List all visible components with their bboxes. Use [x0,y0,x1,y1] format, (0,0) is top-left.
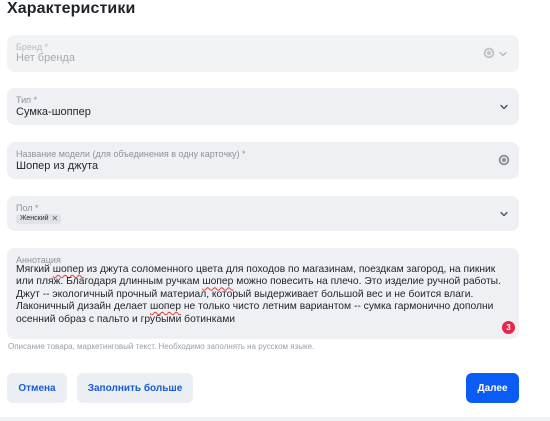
annotation-line: осенний образ с пальто и грубыми ботинка… [16,313,236,325]
divider [0,417,550,421]
brand-field[interactable]: Бренд * Нет бренда [7,35,519,72]
cancel-button[interactable]: Отмена [7,373,67,403]
clear-icon[interactable] [498,154,510,166]
section-title: Характеристики [7,0,136,17]
model-name-value: Шопер из джута [16,160,99,172]
spellcheck-error-badge[interactable]: 3 [502,321,515,334]
model-name-field[interactable]: Название модели (для объединения в одну … [7,142,519,179]
annotation-field[interactable]: Аннотация Мягкий шопер из джута соломенн… [7,248,519,339]
type-label: Тип * [16,95,38,105]
annotation-line: Мягкий шопер из джута соломенного цвета … [16,264,496,275]
fill-more-button[interactable]: Заполнить больше [77,373,193,403]
type-field[interactable]: Тип * Сумка-шоппер [7,88,519,125]
annotation-hint: Описание товара, маркетинговый текст. Не… [8,342,315,351]
brand-label: Бренд * [16,42,49,52]
next-button[interactable]: Далее [466,373,519,403]
annotation-line: Джут -- экологичный прочный материал, ко… [16,288,474,300]
remove-tag-icon[interactable]: ✕ [52,214,59,224]
model-name-label: Название модели (для объединения в одну … [16,149,246,159]
chevron-down-icon[interactable] [499,209,509,219]
gender-tag[interactable]: Женский ✕ [16,214,62,224]
brand-value: Нет бренда [16,52,75,64]
chevron-down-icon [498,49,508,59]
gender-field[interactable]: Пол * Женский ✕ [7,196,519,231]
type-value: Сумка-шоппер [16,106,91,118]
clear-icon[interactable] [483,47,495,59]
annotation-line: или пляж. Благодаря длинным ручкам шопер… [16,276,501,288]
annotation-line: Лаконичный дизайн делает шопер не только… [16,301,494,313]
chevron-down-icon[interactable] [499,102,509,112]
gender-label: Пол * [16,203,39,213]
gender-tag-label: Женский [20,215,49,222]
annotation-text[interactable]: Мягкий шопер из джута соломенного цвета … [16,264,512,326]
